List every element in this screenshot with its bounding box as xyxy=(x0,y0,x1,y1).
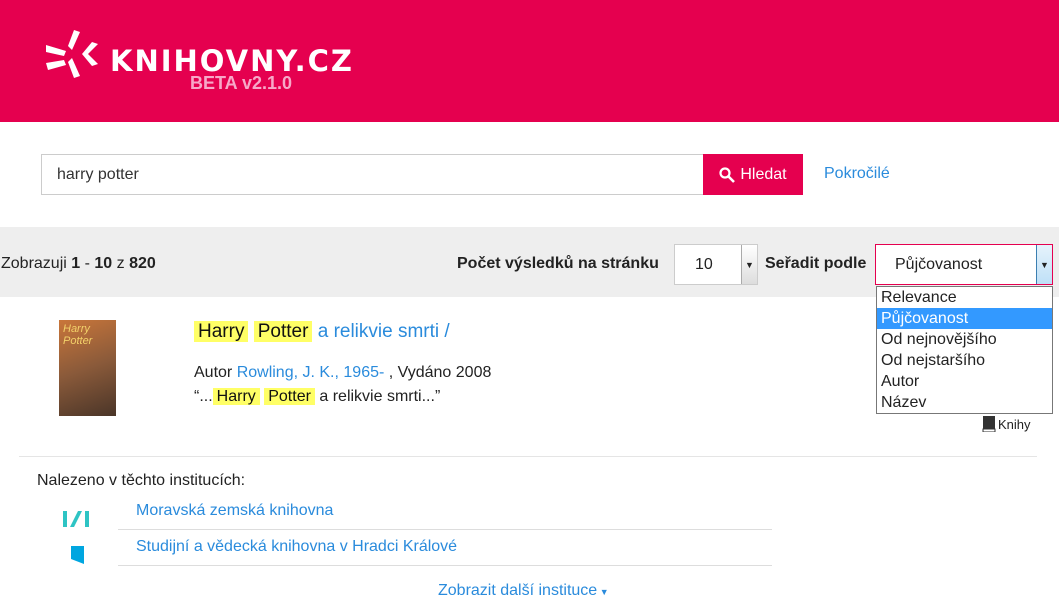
sort-option-popularity[interactable]: Půjčovanost xyxy=(877,308,1052,329)
cover-text: Harry Potter xyxy=(63,323,93,347)
highlight: Harry xyxy=(212,388,260,405)
count-sep: - xyxy=(80,255,95,272)
per-page-label: Počet výsledků na stránku xyxy=(457,255,659,272)
institution-link[interactable]: Moravská zemská knihovna xyxy=(136,502,333,520)
author-link[interactable]: Rowling, J. K., 1965- xyxy=(237,364,385,381)
sort-option-relevance[interactable]: Relevance xyxy=(877,287,1052,308)
institutions-label: Nalezeno v těchto institucích: xyxy=(37,472,246,489)
svk-logo-icon xyxy=(71,546,84,564)
show-more-institutions[interactable]: Zobrazit další instituce ▼ xyxy=(438,582,609,600)
sort-label: Seřadit podle xyxy=(765,255,867,272)
divider xyxy=(19,456,1037,457)
format-badge: Knihy xyxy=(982,416,1031,432)
version-label: BETA v2.1.0 xyxy=(190,73,293,93)
sort-option-oldest[interactable]: Od nejstaršího xyxy=(877,350,1052,371)
advanced-search-link[interactable]: Pokročilé xyxy=(824,165,890,183)
count-prefix: Zobrazuji xyxy=(1,255,72,272)
search-button[interactable]: Hledat xyxy=(703,154,803,195)
results-count: Zobrazuji 1 - 10 z 820 xyxy=(1,255,156,273)
count-from: 1 xyxy=(71,255,81,272)
title-rest: a relikvie smrti / xyxy=(317,321,450,342)
caret-down-icon: ▼ xyxy=(597,587,609,597)
sort-option-author[interactable]: Autor xyxy=(877,371,1052,392)
sort-select[interactable]: Půjčovanost ▼ xyxy=(875,244,1053,285)
sort-option-newest[interactable]: Od nejnovějšího xyxy=(877,329,1052,350)
snippet-start: “... xyxy=(194,388,213,405)
author-label: Autor xyxy=(194,364,237,381)
header: KNIHOVNY.CZ BETA v2.1.0 xyxy=(0,0,1059,122)
institution-item: Moravská zemská knihovna xyxy=(118,498,772,530)
show-more-label: Zobrazit další instituce xyxy=(438,582,598,599)
count-of: z xyxy=(112,255,130,272)
sort-value: Půjčovanost xyxy=(895,255,983,273)
snippet-end: a relikvie smrti...” xyxy=(314,388,441,405)
search-input[interactable] xyxy=(41,154,704,195)
sort-option-title[interactable]: Název xyxy=(877,392,1052,413)
book-icon xyxy=(982,416,996,432)
highlight: Potter xyxy=(253,321,313,342)
published: , Vydáno 2008 xyxy=(384,364,492,381)
mzk-logo-icon xyxy=(63,511,89,527)
chevron-down-icon[interactable]: ▼ xyxy=(741,245,757,284)
book-cover[interactable]: Harry Potter xyxy=(59,320,116,416)
highlight: Potter xyxy=(264,388,315,405)
institution-link[interactable]: Studijní a vědecká knihovna v Hradci Krá… xyxy=(136,538,457,556)
per-page-value: 10 xyxy=(695,255,713,273)
format-label: Knihy xyxy=(998,416,1031,432)
chevron-down-icon[interactable]: ▼ xyxy=(1036,245,1052,284)
per-page-select[interactable]: 10 ▼ xyxy=(674,244,758,285)
result-meta: Autor Rowling, J. K., 1965- , Vydáno 200… xyxy=(194,362,491,407)
search-button-label: Hledat xyxy=(740,165,787,183)
logo-icon[interactable] xyxy=(44,28,104,80)
sort-dropdown: Relevance Půjčovanost Od nejnovějšího Od… xyxy=(876,286,1053,414)
count-total: 820 xyxy=(129,255,156,272)
result-title[interactable]: Harry Potter a relikvie smrti / xyxy=(194,321,450,343)
institution-item: Studijní a vědecká knihovna v Hradci Krá… xyxy=(118,534,772,566)
count-to: 10 xyxy=(94,255,113,272)
highlight: Harry xyxy=(194,321,249,342)
search-icon xyxy=(719,166,736,183)
